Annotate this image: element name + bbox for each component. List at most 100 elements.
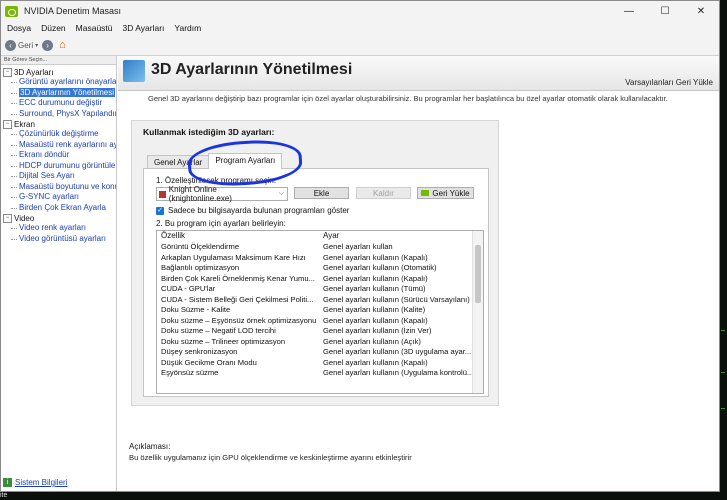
feature-cell: Doku süzme – Eşyönsüz örnek optimizasyon… [161,315,317,325]
tree-category-3d[interactable]: −3D Ayarları [1,67,116,77]
scrollbar-thumb[interactable] [475,245,481,303]
grid-header-feature[interactable]: Özellik [157,231,319,242]
step2-label: 2. Bu program için ayarları belirleyin: [156,219,286,228]
feature-cell: Doku Süzme - Kalite [161,305,231,314]
table-row[interactable]: Doku süzme – Trilineer optimizasyon Genel… [157,337,473,348]
feature-cell: CUDA - Sistem Belleği Geri Çekilmesi Pol… [161,294,314,304]
tree-item[interactable]: Masaüstü boyutunu ve konun [1,182,116,193]
tree-item[interactable]: Ekranı döndür [1,150,116,161]
installed-only-checkbox[interactable]: ✓ [156,206,164,215]
tree-category-ekran[interactable]: − Ekran [1,119,116,129]
system-info-label: Sistem Bilgileri [15,478,68,487]
tree-item[interactable]: ECC durumunu değiştir [1,98,116,109]
program-select[interactable]: Knight Online (knightonline.exe) ⌵ [156,185,288,203]
menu-dosya[interactable]: Dosya [7,23,31,33]
setting-cell[interactable]: Genel ayarları kullanın (Tümü) [319,284,473,295]
collapse-icon[interactable]: − [3,119,12,129]
title-bar: NVIDIA Denetim Masası — ☐ ✕ [1,1,719,21]
tree-item[interactable]: G-SYNC ayarları [1,192,116,203]
add-button[interactable]: Ekle [294,187,349,199]
tree-item-selected[interactable]: 3D Ayarlarının Yönetilmesi [1,87,116,99]
table-row[interactable]: Görüntü Ölçeklendirme Genel ayarları kull… [157,242,473,253]
nvidia-logo-icon [421,190,430,196]
feature-cell: Bağlantılı optimizasyon [161,263,240,272]
grid-header: Özellik Ayar [157,231,473,242]
menu-masaustu[interactable]: Masaüstü [76,23,113,33]
feature-cell: Arkaplan Uygulaması Maksimum Kare Hızı [161,252,306,262]
setting-cell[interactable]: Genel ayarları kullanın (Kapalı) [319,274,473,285]
setting-cell[interactable]: Genel ayarları kullanın (Sürücü Varsayıl… [319,295,473,306]
setting-cell[interactable]: Genel ayarları kullanın (İzin Ver) [319,326,473,337]
chevron-down-icon: ⌵ [278,190,284,197]
explanation-title: Açıklaması: [129,442,171,451]
tree-item[interactable]: Çözünürlük değiştirme [1,129,116,140]
close-button[interactable]: ✕ [683,1,719,21]
grid-body: Görüntü Ölçeklendirme Genel ayarları kull… [157,242,473,393]
menu-duzen[interactable]: Düzen [41,23,66,33]
nvidia-logo-icon [5,5,18,17]
setting-cell[interactable]: Genel ayarları kullanın (Kapalı) [319,253,473,264]
page-description: Genel 3D ayarlarını değiştirip bazı prog… [148,94,668,103]
table-row[interactable]: Arkaplan Uygulaması Maksimum Kare Hızı Ge… [157,253,473,264]
group-label: Kullanmak istediğim 3D ayarları: [143,127,275,137]
tree-item[interactable]: HDCP durumunu görüntüle [1,161,116,172]
main-content: 3D Ayarlarının Yönetilmesi Varsayılanlar… [118,56,719,491]
background-streak [721,330,725,331]
table-row[interactable]: Doku süzme – Negatif LOD tercihi Genel ay… [157,326,473,337]
table-row[interactable]: Bağlantılı optimizasyon Genel ayarları ku… [157,263,473,274]
restore-button[interactable]: Geri Yükle [417,187,474,199]
back-dropdown-icon[interactable]: ▾ [35,42,38,49]
sidebar-title: Bir Görev Seçin... [1,56,116,65]
setting-cell[interactable]: Genel ayarları kullanın (Açık) [319,337,473,348]
minimize-button[interactable]: — [611,1,647,21]
tree-item[interactable]: Dijital Ses Ayarı [1,171,116,182]
3d-settings-icon [123,60,145,82]
menu-yardim[interactable]: Yardım [174,23,201,33]
table-row[interactable]: Doku Süzme - Kalite Genel ayarları kullan… [157,305,473,316]
collapse-icon[interactable]: − [3,67,12,77]
setting-cell[interactable]: Genel ayarları kullanın (Otomatik) [319,263,473,274]
back-button[interactable]: ‹ Geri ▾ [5,39,38,51]
table-row[interactable]: Eşyönsüz süzme Genel ayarları kullanın (U… [157,368,473,379]
feature-cell: Düşük Gecikme Oranı Modu [161,357,257,367]
page-banner: 3D Ayarlarının Yönetilmesi Varsayılanlar… [118,56,719,91]
table-row[interactable]: Doku süzme – Eşyönsüz örnek optimizasyon… [157,316,473,327]
settings-group: Kullanmak istediğim 3D ayarları: Genel A… [131,120,499,406]
grid-header-setting[interactable]: Ayar [319,231,339,242]
setting-cell[interactable]: Genel ayarları kullanın (Kapalı) [319,358,473,369]
explanation-text: Bu özellik uygulamanız için GPU ölçeklen… [129,453,412,462]
feature-cell: Doku süzme – Trilineer optimizasyon [161,336,286,346]
restore-defaults-link[interactable]: Varsayılanları Geri Yükle [625,78,713,87]
system-info-link[interactable]: i Sistem Bilgileri [3,478,67,487]
tree-item[interactable]: Masaüstü renk ayarlarını ayar [1,140,116,151]
home-icon[interactable]: ⌂ [59,39,71,51]
table-row[interactable]: CUDA - GPU'lar Genel ayarları kullanın (T… [157,284,473,295]
taskbar-fragment: ite [0,492,8,499]
program-settings-panel: 1. Özelleştirilecek programı seçin: Knig… [143,168,489,397]
game-icon [159,190,166,198]
setting-cell[interactable]: Genel ayarları kullanın (Uygulama kontro… [319,368,473,379]
grid-scrollbar[interactable] [472,231,483,393]
forward-button[interactable]: › [42,39,54,51]
menu-3d-ayarlari[interactable]: 3D Ayarları [123,23,165,33]
collapse-icon[interactable]: − [3,213,12,223]
setting-cell[interactable]: Genel ayarları kullanın (3D uygulama aya… [319,347,473,358]
tree-item[interactable]: Görüntü ayarlarını önayarla y [1,77,116,88]
tree-item[interactable]: Birden Çok Ekran Ayarla [1,203,116,214]
setting-cell[interactable]: Genel ayarları kullan [319,242,473,253]
table-row[interactable]: Düşey senkronizasyon Genel ayarları kulla… [157,347,473,358]
table-row[interactable]: Birden Çok Kareli Örneklenmiş Kenar Yumu… [157,274,473,285]
tree-category-video[interactable]: − Video [1,213,116,223]
setting-cell[interactable]: Genel ayarları kullanın (Kapalı) [319,316,473,327]
table-row[interactable]: Düşük Gecikme Oranı Modu Genel ayarları k… [157,358,473,369]
maximize-button[interactable]: ☐ [647,1,683,21]
tree-item[interactable]: Video renk ayarları [1,223,116,234]
tree-item[interactable]: Video görüntüsü ayarları [1,234,116,245]
feature-cell: Eşyönsüz süzme [161,368,219,377]
table-row[interactable]: CUDA - Sistem Belleği Geri Çekilmesi Pol… [157,295,473,306]
setting-cell[interactable]: Genel ayarları kullanın (Kalite) [319,305,473,316]
installed-only-label: Sadece bu bilgisayarda bulunan programla… [168,206,350,215]
tree-item[interactable]: Surround, PhysX Yapılandırm [1,109,116,120]
remove-button[interactable]: Kaldır [356,187,411,199]
feature-cell: Görüntü Ölçeklendirme [161,242,240,251]
